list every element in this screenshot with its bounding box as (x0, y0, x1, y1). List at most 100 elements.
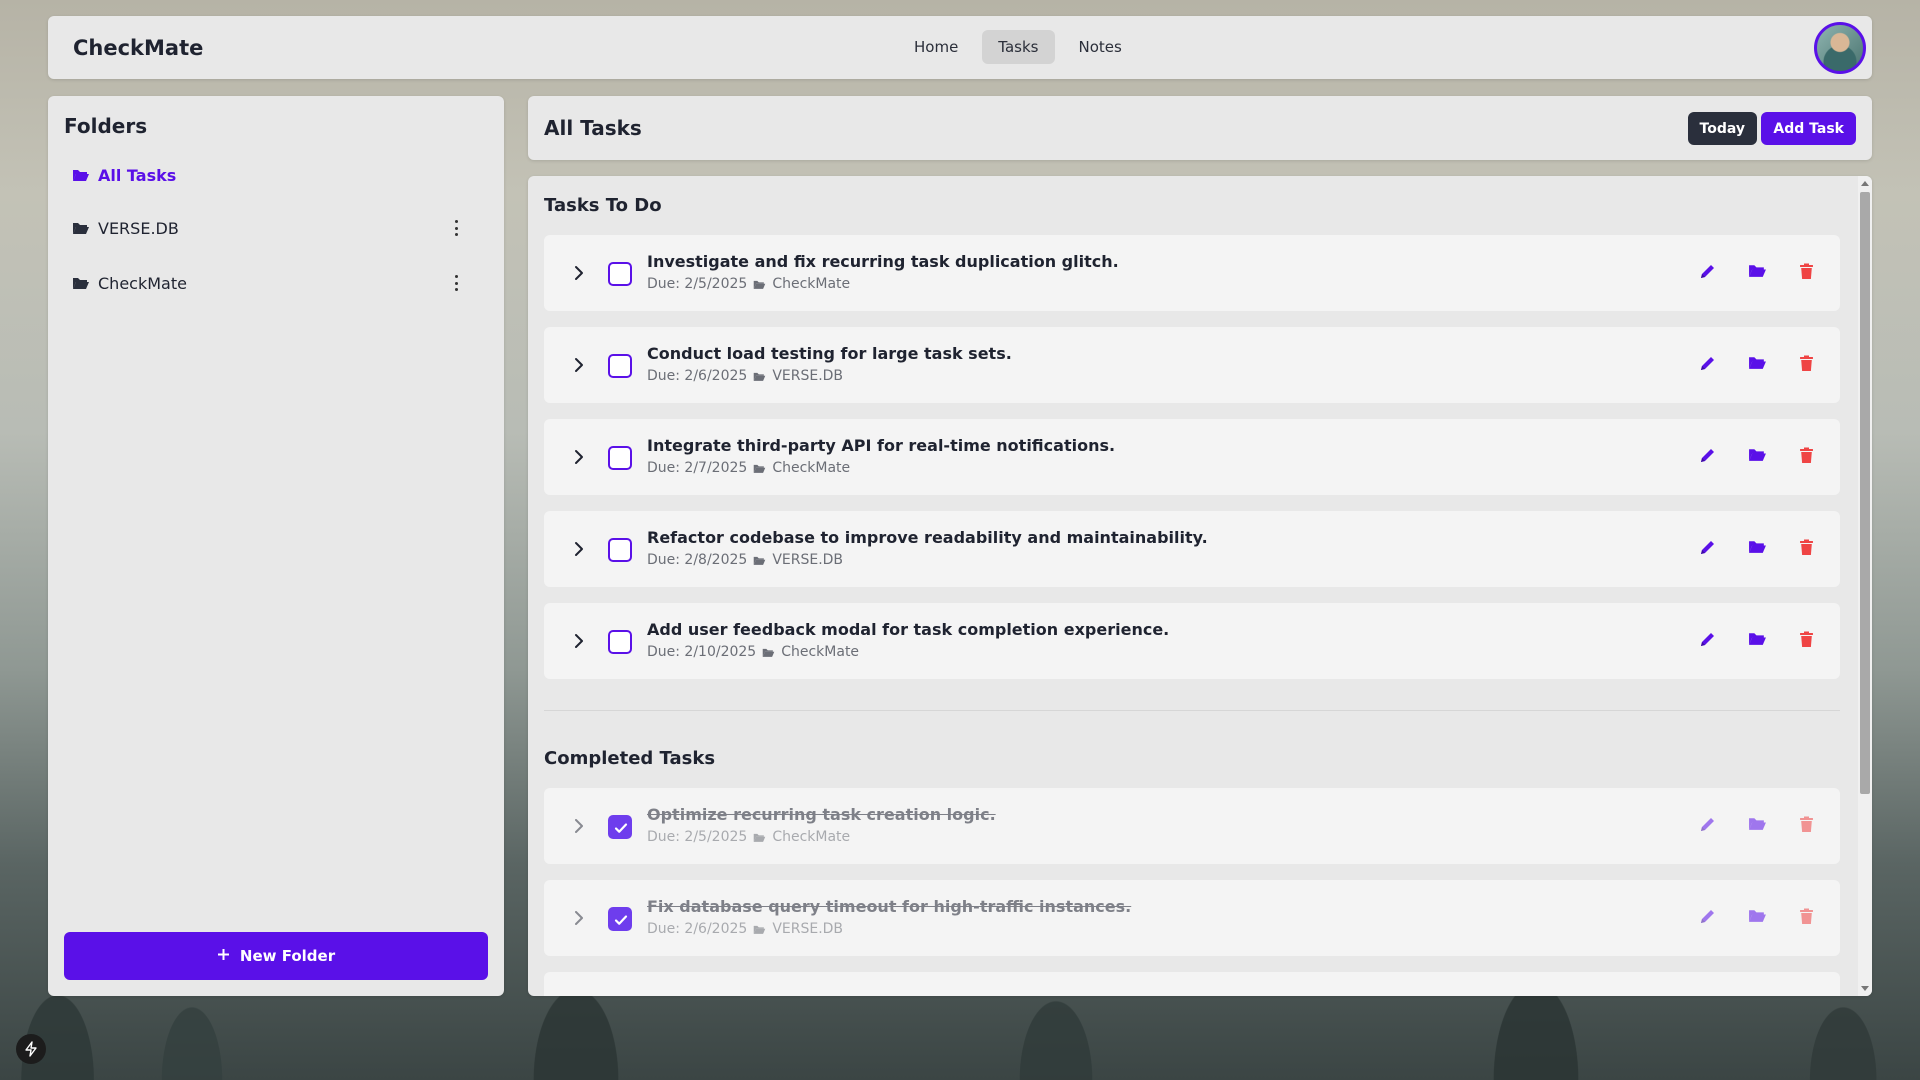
folder-label: All Tasks (98, 165, 177, 185)
task-checkbox[interactable] (608, 354, 632, 378)
tasks-header: All Tasks Today Add Task (528, 96, 1872, 160)
folder-item-verse-db[interactable]: VERSE.DB (64, 208, 488, 248)
task-row[interactable]: Fix database query timeout for high-traf… (544, 880, 1840, 956)
pencil-icon[interactable] (1699, 355, 1716, 372)
trash-icon[interactable] (1799, 539, 1816, 556)
task-row[interactable]: Refactor codebase to improve readability… (544, 511, 1840, 587)
pencil-icon[interactable] (1699, 539, 1716, 556)
kebab-icon[interactable] (454, 275, 458, 291)
bolt-icon[interactable] (16, 1034, 46, 1064)
nav-tasks[interactable]: Tasks (982, 30, 1055, 64)
move-folder-icon[interactable] (1748, 539, 1767, 556)
move-folder-icon[interactable] (1748, 631, 1767, 648)
folder-label: VERSE.DB (98, 218, 179, 238)
todo-section-title: Tasks To Do (544, 195, 662, 216)
pencil-icon[interactable] (1699, 447, 1716, 464)
trash-icon[interactable] (1799, 816, 1816, 833)
trash-icon[interactable] (1799, 631, 1816, 648)
user-avatar[interactable] (1814, 22, 1866, 74)
pencil-icon[interactable] (1699, 816, 1716, 833)
pencil-icon[interactable] (1699, 263, 1716, 280)
move-folder-icon[interactable] (1748, 816, 1767, 833)
main-nav: Home Tasks Notes (898, 30, 1138, 64)
task-row[interactable]: Integrate third-party API for real-time … (544, 419, 1840, 495)
task-folder: CheckMate (781, 644, 860, 660)
task-meta: Due: 2/6/2025 VERSE.DB (647, 921, 843, 937)
task-checkbox[interactable] (608, 446, 632, 470)
chevron-right-icon[interactable] (570, 356, 588, 374)
add-task-button[interactable]: Add Task (1761, 112, 1856, 145)
completed-section-title: Completed Tasks (544, 748, 716, 769)
folder-open-icon (72, 221, 90, 235)
task-due-date: Due: 2/7/2025 (647, 460, 748, 476)
move-folder-icon[interactable] (1748, 355, 1767, 372)
task-meta: Due: 2/8/2025 VERSE.DB (647, 552, 843, 568)
folder-icon (753, 279, 766, 290)
kebab-icon[interactable] (454, 220, 458, 236)
task-folder: VERSE.DB (772, 368, 844, 384)
chevron-right-icon[interactable] (570, 264, 588, 282)
move-folder-icon[interactable] (1748, 447, 1767, 464)
trash-icon[interactable] (1799, 447, 1816, 464)
task-folder: CheckMate (772, 829, 851, 845)
trash-icon[interactable] (1799, 908, 1816, 925)
task-title: Conduct load testing for large task sets… (647, 344, 1012, 363)
scroll-up-arrow-icon[interactable] (1861, 181, 1869, 186)
folder-open-icon (72, 276, 90, 290)
task-due-date: Due: 2/5/2025 (647, 276, 748, 292)
task-due-date: Due: 2/5/2025 (647, 829, 748, 845)
task-list-panel[interactable]: Tasks To Do Investigate and fix recurrin… (528, 176, 1872, 996)
task-row[interactable]: Add user feedback modal for task complet… (544, 603, 1840, 679)
pencil-icon[interactable] (1699, 908, 1716, 925)
folder-icon (753, 924, 766, 935)
chevron-right-icon[interactable] (570, 448, 588, 466)
pencil-icon[interactable] (1699, 631, 1716, 648)
new-folder-label: New Folder (239, 947, 336, 965)
today-button[interactable]: Today (1687, 112, 1757, 145)
task-row[interactable]: Optimize recurring task creation logic. D… (544, 788, 1840, 864)
trash-icon[interactable] (1799, 355, 1816, 372)
task-due-date: Due: 2/8/2025 (647, 552, 748, 568)
task-folder: CheckMate (772, 460, 851, 476)
folders-sidebar: Folders All Tasks VERSE.DB CheckMate New… (48, 96, 504, 996)
task-checkbox[interactable] (608, 538, 632, 562)
folder-open-icon (72, 168, 90, 182)
task-checkbox[interactable] (608, 262, 632, 286)
scroll-down-arrow-icon[interactable] (1861, 986, 1869, 991)
task-checkbox[interactable] (608, 907, 632, 931)
task-title: Refactor codebase to improve readability… (647, 528, 1208, 547)
task-folder: CheckMate (772, 276, 851, 292)
move-folder-icon[interactable] (1748, 908, 1767, 925)
task-checkbox[interactable] (608, 630, 632, 654)
app-brand[interactable]: CheckMate (73, 36, 203, 60)
folder-icon (762, 647, 775, 658)
chevron-right-icon[interactable] (570, 632, 588, 650)
chevron-right-icon[interactable] (570, 909, 588, 927)
nav-home[interactable]: Home (898, 30, 974, 64)
task-meta: Due: 2/10/2025 CheckMate (647, 644, 859, 660)
section-divider (544, 710, 1840, 711)
task-checkbox[interactable] (608, 815, 632, 839)
folder-icon (753, 463, 766, 474)
chevron-right-icon[interactable] (570, 817, 588, 835)
nav-notes[interactable]: Notes (1063, 30, 1138, 64)
page-title: All Tasks (544, 116, 642, 140)
move-folder-icon[interactable] (1748, 263, 1767, 280)
plus-icon (217, 947, 230, 965)
folder-item-all-tasks[interactable]: All Tasks (64, 155, 488, 195)
task-meta: Due: 2/7/2025 CheckMate (647, 460, 850, 476)
task-row[interactable]: Investigate and fix recurring task dupli… (544, 235, 1840, 311)
chevron-right-icon[interactable] (570, 540, 588, 558)
task-folder: VERSE.DB (772, 552, 844, 568)
folder-icon (753, 371, 766, 382)
scrollbar-thumb[interactable] (1860, 192, 1870, 794)
trash-icon[interactable] (1799, 263, 1816, 280)
top-navbar: CheckMate Home Tasks Notes (48, 16, 1872, 79)
scrollbar[interactable] (1858, 176, 1872, 996)
task-actions (1699, 263, 1816, 280)
task-actions (1699, 447, 1816, 464)
folder-item-checkmate[interactable]: CheckMate (64, 263, 488, 303)
new-folder-button[interactable]: New Folder (64, 932, 488, 980)
task-row[interactable]: Conduct load testing for large task sets… (544, 327, 1840, 403)
task-row[interactable] (544, 972, 1840, 996)
